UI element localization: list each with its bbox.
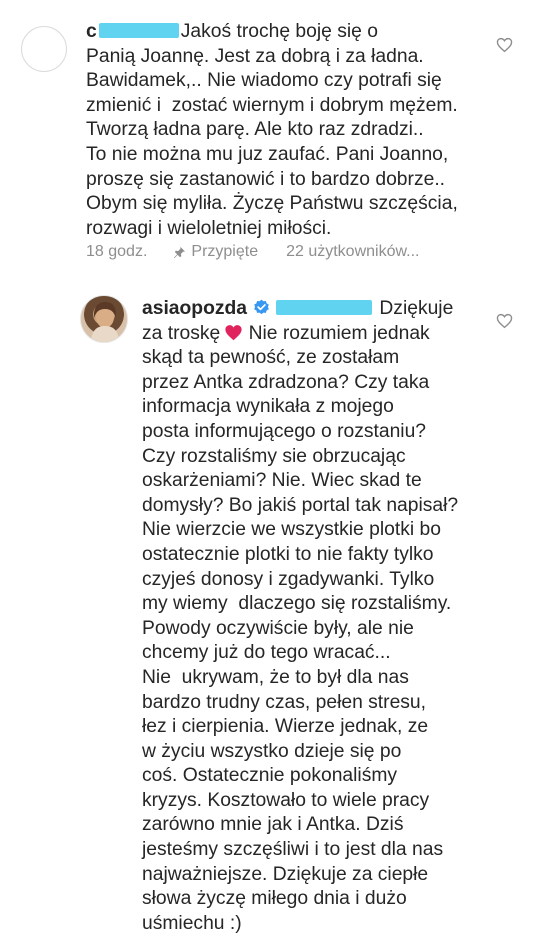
comment-line: łez i cierpienia. Wierze jednak, ze <box>142 716 429 738</box>
comment-line: posta informującego o rozstaniu? <box>142 420 427 442</box>
comment-meta: 18 godz. Przypięte 22 użytkowników... <box>86 243 420 261</box>
comment-line: To nie można mu juz zaufać. Pani Joanno, <box>86 143 449 165</box>
comment-line: skąd ta pewność, ze zostałam <box>142 347 400 369</box>
comment-line: coś. Ostatecznie pokonaliśmy <box>142 765 398 787</box>
red-heart-emoji-icon <box>225 324 242 340</box>
comment-line: Bawidamek,.. Nie wiadomo czy potrafi się <box>86 70 442 92</box>
redacted-mention <box>276 300 373 315</box>
comment-line: Obym się myliła. Życzę Państwu szczęścia… <box>86 193 458 215</box>
comment-line: zarówno mnie jak i Antka. Dziś <box>142 814 404 836</box>
comment-line: kryzys. Kosztowało to wiele pracy <box>142 789 430 811</box>
comment-line: bardzo trudny czas, pełen stresu, <box>142 691 427 713</box>
comment-line: uśmiechu :) <box>142 912 242 934</box>
comment-line: przez Antka zdradzona? Czy taka <box>142 371 430 393</box>
comment-line: proszę się zastanowić i to bardzo dobrze… <box>86 168 446 190</box>
comment-line: Nie wierzcie we wszystkie plotki bo <box>142 519 441 541</box>
comment-line: w życiu wszystko dzieje się po <box>142 740 402 762</box>
comment-line: Panią Joannę. Jest za dobrą i za ładna. <box>86 45 424 67</box>
comment-text: c Jakoś trochę boję się o Panią Joannę. J… <box>86 21 458 239</box>
comment-line: rozwagi i wieloletniej miłości. <box>86 217 332 239</box>
username[interactable]: asiaopozda <box>142 298 247 319</box>
comment-line: słowa życzę miłego dnia i dużo <box>142 888 407 910</box>
comment-line: informacja wynikała z mojego <box>142 396 394 418</box>
verified-badge-icon <box>254 299 269 315</box>
avatar[interactable] <box>80 295 128 343</box>
comment-line: domysły? Bo jakiś portal tak napisał? <box>142 494 459 516</box>
comment-line: my wiemy dlaczego się rozstaliśmy. <box>142 593 452 615</box>
comment-line: zmienić i zostać wiernym i dobrym mężem. <box>86 94 458 116</box>
pinned-label[interactable]: Przypięte <box>191 243 258 261</box>
redacted-username <box>98 23 179 38</box>
avatar[interactable] <box>21 26 67 72</box>
pin-icon <box>174 246 186 258</box>
comment-line: jesteśmy szczęśliwi i to jest dla nas <box>142 839 444 861</box>
like-heart-icon[interactable] <box>496 37 513 53</box>
likes-link[interactable]: 22 użytkowników... <box>286 243 419 261</box>
comment-time: 18 godz. <box>86 243 148 260</box>
like-heart-icon[interactable] <box>496 313 513 329</box>
comment-line: chcemy już do tego wracać... <box>142 642 391 664</box>
username[interactable]: c <box>86 21 97 42</box>
comment-line: Tworzą ładna parę. Ale kto raz zdradzi.. <box>86 119 424 141</box>
comment-line: Czy rozstaliśmy sie obrzucając <box>142 445 406 467</box>
comment-text: asiaopozda Dziękuje za troskę Nie rozumi… <box>142 298 459 934</box>
comment-line: ostatecznie plotki to nie fakty tylko <box>142 543 434 565</box>
comment-line: Nie ukrywam, że to był dla nas <box>142 666 409 688</box>
comment-line: Powody oczywiście były, ale nie <box>142 617 414 639</box>
comment-line: czyjeś donosy i zgadywanki. Tylko <box>142 568 435 590</box>
comment-line: najważniejsze. Dziękuje za ciepłe <box>142 863 429 885</box>
comment-line: oskarżeniami? Nie. Wiec skad te <box>142 470 422 492</box>
